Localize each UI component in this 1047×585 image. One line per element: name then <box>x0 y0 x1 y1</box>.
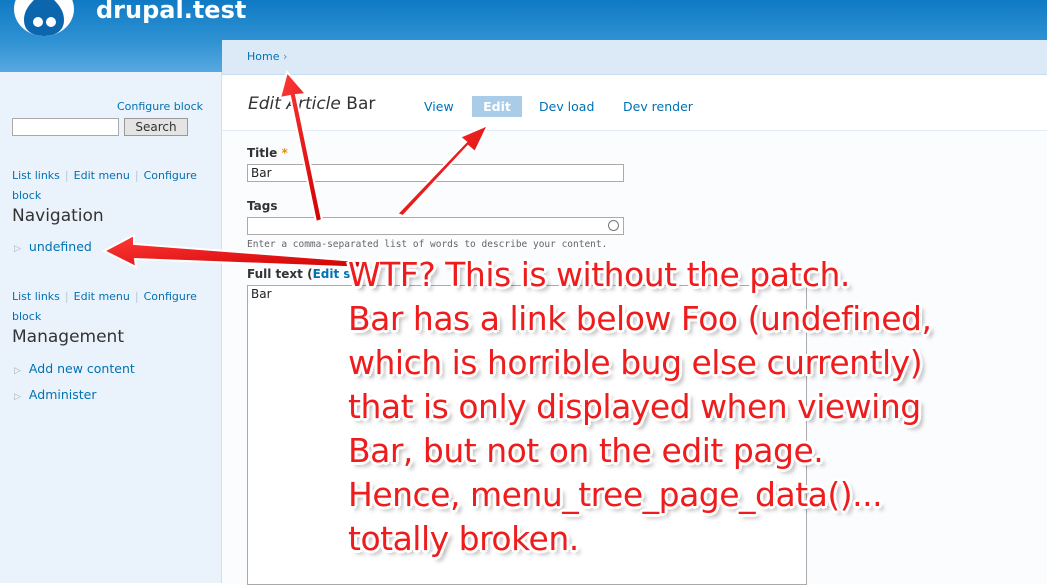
page-title-prefix: Edit Article <box>248 94 341 114</box>
fulltext-label: Full text (Edit s <box>247 267 351 281</box>
search-input[interactable] <box>12 118 119 136</box>
fulltext-label-text: Full text ( <box>247 267 313 281</box>
edit-menu-link[interactable]: Edit menu <box>74 290 130 303</box>
annotation-text: WTF? This is without the patch. Bar has … <box>348 255 932 558</box>
collapsed-triangle-icon: ▷ <box>14 366 21 376</box>
search-button[interactable]: Search <box>124 118 188 136</box>
menu-item-label[interactable]: Add new content <box>29 361 135 376</box>
tags-input[interactable] <box>247 217 624 235</box>
title-label: Title * <box>247 146 288 160</box>
collapsed-triangle-icon: ▷ <box>14 244 21 254</box>
list-links-link[interactable]: List links <box>12 290 60 303</box>
navigation-block-links: List links | Edit menu | Configure block <box>12 169 197 202</box>
navigation-heading: Navigation <box>12 206 104 226</box>
page-title: Edit Article Bar <box>248 94 375 114</box>
menu-item-add-new-content[interactable]: ▷ Add new content <box>14 361 135 376</box>
autocomplete-throbber-icon <box>608 220 619 231</box>
collapsed-triangle-icon: ▷ <box>14 392 21 402</box>
title-label-text: Title <box>247 146 278 160</box>
configure-link[interactable]: Configure <box>144 169 197 182</box>
breadcrumb-trail: Home › <box>247 50 287 63</box>
title-input[interactable] <box>247 164 624 182</box>
drupal-logo-icon[interactable] <box>14 0 74 36</box>
tab-dev-render[interactable]: Dev render <box>613 96 703 117</box>
configure-link-wrap[interactable]: block <box>12 189 41 202</box>
breadcrumb: Home › <box>222 40 1047 75</box>
tab-edit[interactable]: Edit <box>472 96 522 117</box>
menu-item-label[interactable]: Administer <box>29 387 97 402</box>
breadcrumb-home-link[interactable]: Home <box>247 50 279 63</box>
configure-link[interactable]: Configure <box>144 290 197 303</box>
page-title-name: Bar <box>346 94 376 114</box>
menu-item-undefined[interactable]: ▷ undefined <box>14 239 92 254</box>
management-block-links: List links | Edit menu | Configure block <box>12 290 197 323</box>
menu-item-administer[interactable]: ▷ Administer <box>14 387 96 402</box>
edit-menu-link[interactable]: Edit menu <box>74 169 130 182</box>
configure-link-wrap[interactable]: block <box>12 310 41 323</box>
tags-label: Tags <box>247 199 278 213</box>
tab-view[interactable]: View <box>414 96 464 117</box>
list-links-link[interactable]: List links <box>12 169 60 182</box>
tab-dev-load[interactable]: Dev load <box>529 96 604 117</box>
menu-item-label[interactable]: undefined <box>29 239 92 254</box>
site-name[interactable]: drupal.test <box>96 0 246 24</box>
tags-help-text: Enter a comma-separated list of words to… <box>247 239 608 250</box>
management-heading: Management <box>12 327 124 347</box>
sidebar: Configure block Search List links | Edit m… <box>0 72 222 583</box>
breadcrumb-separator: › <box>282 50 288 63</box>
configure-block-link[interactable]: Configure block <box>117 100 203 113</box>
required-mark: * <box>281 146 288 160</box>
edit-summary-link[interactable]: Edit s <box>313 267 351 281</box>
